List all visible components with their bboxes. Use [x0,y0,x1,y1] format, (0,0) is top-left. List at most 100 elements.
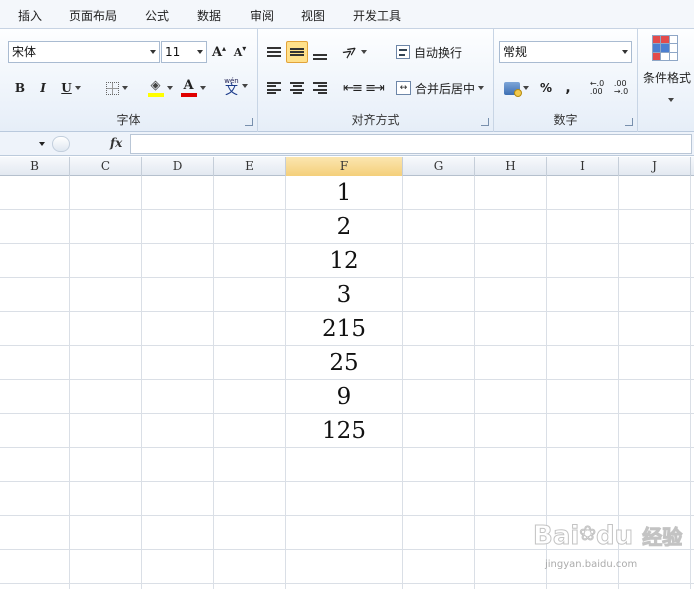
watermark-du: du [596,521,634,552]
tab-page-layout[interactable]: 页面布局 [69,7,117,24]
font-size-combo[interactable]: 11 [161,41,207,63]
watermark-bai: Bai [532,521,580,552]
phonetic-char: 文 [224,83,238,98]
cell-f6[interactable]: 25 [286,346,402,379]
grow-font-button[interactable]: A ▴ [210,41,228,63]
phonetic-icon: wén 文 [224,76,238,98]
accounting-format-button[interactable] [500,77,532,99]
borders-button[interactable] [102,77,132,99]
cell-f8[interactable]: 125 [286,414,402,447]
column-header-d[interactable]: D [142,157,214,176]
tab-developer[interactable]: 开发工具 [353,7,401,24]
dialog-launcher-icon[interactable] [481,118,489,126]
percent-button[interactable]: % [536,77,556,99]
gridline [141,176,142,589]
cell-f3[interactable]: 12 [286,244,402,277]
gridline [0,447,694,448]
number-group-label: 数字 [553,113,578,127]
font-name-combo[interactable]: 宋体 [8,41,160,63]
phonetic-button[interactable]: wén 文 [219,75,253,97]
column-header-f[interactable]: F [286,157,403,176]
merge-center-button[interactable]: ↔ 合并后居中 [396,77,490,99]
cell-f1[interactable]: 1 [286,176,402,209]
increase-decimal-button[interactable]: ←.0.00 [586,77,608,99]
decrease-indent-button[interactable]: ⇤≡ [342,77,363,99]
dialog-launcher-icon[interactable] [625,118,633,126]
number-format-combo[interactable]: 常规 [499,41,632,63]
italic-button[interactable]: I [33,77,53,99]
column-header-g[interactable]: G [403,157,475,176]
cell-f5[interactable]: 215 [286,312,402,345]
align-bottom-button[interactable] [310,43,330,65]
font-group-label: 字体 [116,113,141,127]
cell-f4[interactable]: 3 [286,278,402,311]
styles-group: 条件格式 [638,29,694,132]
dialog-launcher-icon[interactable] [245,118,253,126]
wrap-text-label: 自动换行 [414,45,463,60]
ribbon: 宋体 11 A ▴ A ▾ B I U ◈ A wén 文 字体 ≫ 自动换行 … [0,29,694,132]
caret-down-icon: ▾ [242,43,247,53]
fill-color-button[interactable]: ◈ [144,77,176,99]
tab-formulas[interactable]: 公式 [145,7,169,24]
decrease-decimal-button[interactable]: .00 →.0 [610,77,632,99]
underline-button[interactable]: U [56,77,86,99]
align-top-button[interactable] [264,41,284,63]
name-box[interactable] [0,134,50,154]
formula-input[interactable] [130,134,692,154]
tab-review[interactable]: 审阅 [250,7,274,24]
caret-up-icon: ▴ [222,43,227,53]
column-header-c[interactable]: C [70,157,142,176]
font-size-value: 11 [165,45,181,59]
orientation-button[interactable]: ≫ [340,41,368,63]
tab-data[interactable]: 数据 [197,7,221,24]
wrap-text-button[interactable]: 自动换行 [396,41,486,63]
bucket-glyph: ◈ [150,77,161,93]
watermark-url: jingyan.baidu.com [545,559,638,570]
gridline [0,583,694,584]
chevron-down-icon [74,86,81,90]
align-top-icon [267,47,281,57]
splitter-handle[interactable] [52,136,70,152]
column-header-e[interactable]: E [214,157,286,176]
cell-f2[interactable]: 2 [286,210,402,243]
chevron-down-icon [39,142,45,146]
decrease-indent-icon: ⇤≡ [343,80,363,96]
grow-font-icon: A [211,44,223,60]
conditional-format-button[interactable] [652,35,682,67]
align-bottom-icon [313,48,327,60]
tab-view[interactable]: 视图 [301,7,325,24]
font-color-button[interactable]: A [178,77,208,99]
font-name-value: 宋体 [12,45,37,59]
comma-button[interactable]: , [560,77,576,99]
align-right-button[interactable] [310,77,330,99]
tab-insert[interactable]: 插入 [18,7,42,24]
shrink-font-button[interactable]: A ▾ [232,41,248,63]
align-center-button[interactable] [286,77,308,99]
currency-icon [503,81,522,97]
align-middle-button[interactable] [286,41,308,63]
column-header-b[interactable]: B [0,157,70,176]
paw-icon: ❀ [579,521,597,546]
number-group: 常规 % , ←.0.00 .00 →.0 数字 [494,29,638,132]
cell-f7[interactable]: 9 [286,380,402,413]
align-left-icon [267,82,281,94]
gridline [0,481,694,482]
bold-button[interactable]: B [10,77,30,99]
wrap-text-icon [396,45,410,59]
underline-icon: U [61,81,72,95]
increase-indent-button[interactable]: ≡⇥ [364,77,385,99]
chevron-down-icon [122,86,128,90]
insert-function-icon[interactable]: fx [110,136,122,150]
alignment-group: ≫ 自动换行 ⇤≡ ≡⇥ ↔ 合并后居中 对齐方式 [258,29,494,132]
align-center-icon [290,82,304,94]
column-headers: B C D E F G H I J [0,157,694,176]
fill-color-swatch [147,92,164,97]
chevron-down-icon [166,86,173,90]
column-header-h[interactable]: H [475,157,547,176]
gridline [690,176,691,589]
chevron-down-icon [150,50,156,54]
column-header-i[interactable]: I [547,157,619,176]
align-left-button[interactable] [264,77,284,99]
column-header-j[interactable]: J [619,157,691,176]
gridline [474,176,475,589]
